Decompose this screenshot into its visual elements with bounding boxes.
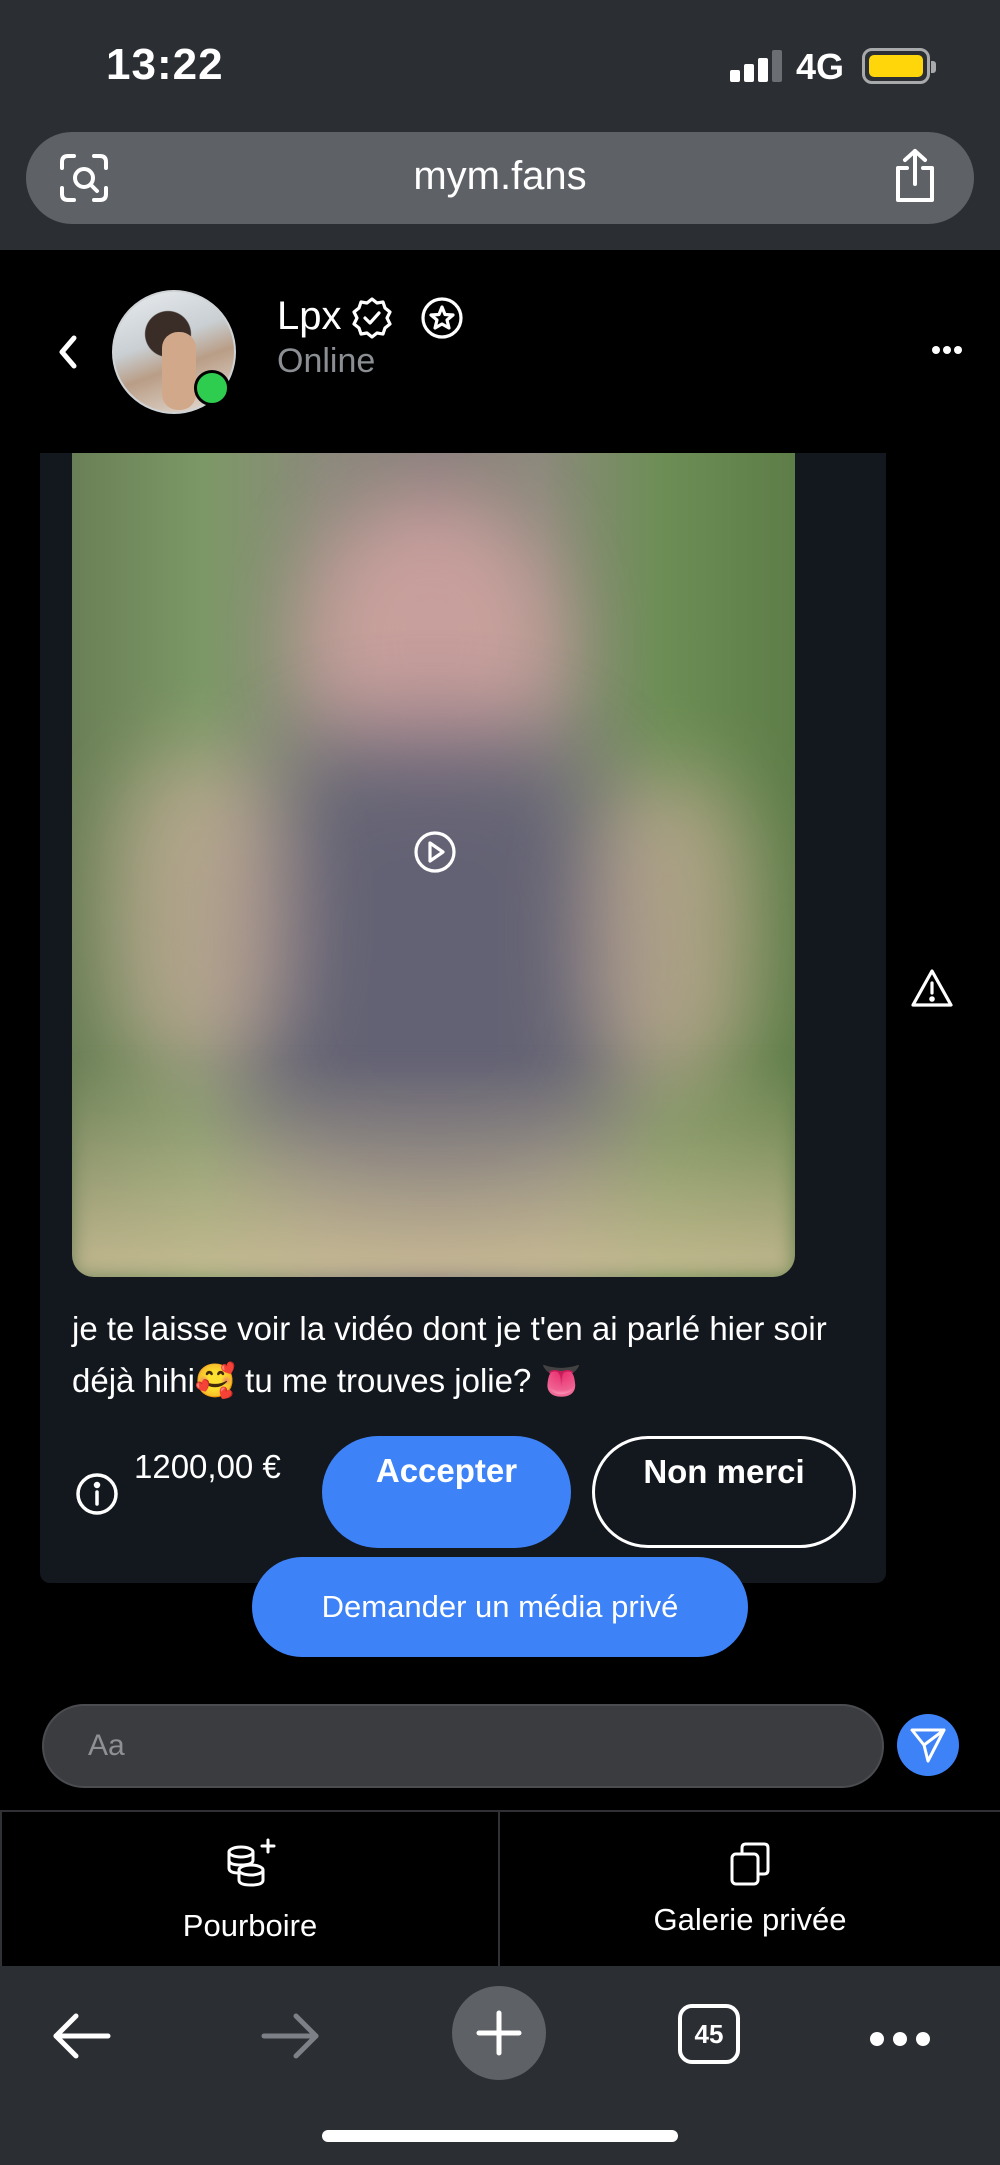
message-card: je te laisse voir la vidéo dont je t'en …: [40, 453, 886, 1583]
accept-button[interactable]: Accepter: [322, 1436, 571, 1548]
new-tab-button[interactable]: [452, 1986, 546, 2080]
home-indicator: [322, 2130, 678, 2142]
blurred-video-preview[interactable]: [72, 453, 795, 1277]
tab-private-gallery-label: Galerie privée: [653, 1902, 847, 1937]
copy-icon: [730, 1842, 770, 1886]
user-status: Online: [277, 342, 376, 380]
address-bar[interactable]: mym.fans: [26, 132, 974, 224]
back-arrow-icon[interactable]: [50, 2010, 114, 2062]
url-text[interactable]: mym.fans: [26, 154, 974, 199]
tab-tip[interactable]: Pourboire: [0, 1812, 500, 1968]
more-options-icon[interactable]: [932, 346, 962, 356]
verified-badge-icon: [352, 297, 392, 339]
network-type: 4G: [796, 46, 845, 87]
message-input[interactable]: [42, 1704, 884, 1788]
tab-count-button[interactable]: 45: [678, 2004, 740, 2064]
warning-icon[interactable]: [910, 968, 954, 1008]
send-icon: [910, 1728, 946, 1763]
request-private-media-button[interactable]: Demander un média privé: [252, 1557, 748, 1657]
forward-arrow-icon[interactable]: [258, 2010, 322, 2062]
share-icon[interactable]: [890, 148, 940, 204]
composer: [0, 1700, 1000, 1810]
coins-plus-icon: [227, 1838, 276, 1887]
send-button[interactable]: [897, 1714, 959, 1776]
tab-tip-label: Pourboire: [182, 1908, 318, 1943]
back-chevron-icon[interactable]: [52, 332, 82, 372]
browser-url-area: mym.fans: [0, 130, 1000, 250]
status-bar: 13:22 4G: [0, 0, 1000, 130]
price-label: 1200,00 €: [134, 1448, 281, 1485]
message-text: je te laisse voir la vidéo dont je t'en …: [72, 1310, 827, 1399]
chat-header: Lpx Online: [0, 250, 1000, 450]
info-icon[interactable]: [74, 1471, 120, 1517]
play-icon[interactable]: [412, 829, 458, 875]
favorite-star-icon[interactable]: [420, 296, 464, 340]
signal-icon: [730, 50, 782, 82]
user-name[interactable]: Lpx: [277, 294, 342, 339]
plus-icon: [476, 2010, 522, 2056]
decline-button[interactable]: Non merci: [592, 1436, 856, 1548]
online-indicator: [194, 370, 230, 406]
battery-icon: [862, 48, 936, 84]
more-menu-icon[interactable]: [870, 2032, 930, 2046]
tab-private-gallery[interactable]: Galerie privée: [500, 1812, 1000, 1968]
status-time: 13:22: [106, 40, 224, 89]
bottom-tabs: Pourboire Galerie privée: [0, 1810, 1000, 1968]
